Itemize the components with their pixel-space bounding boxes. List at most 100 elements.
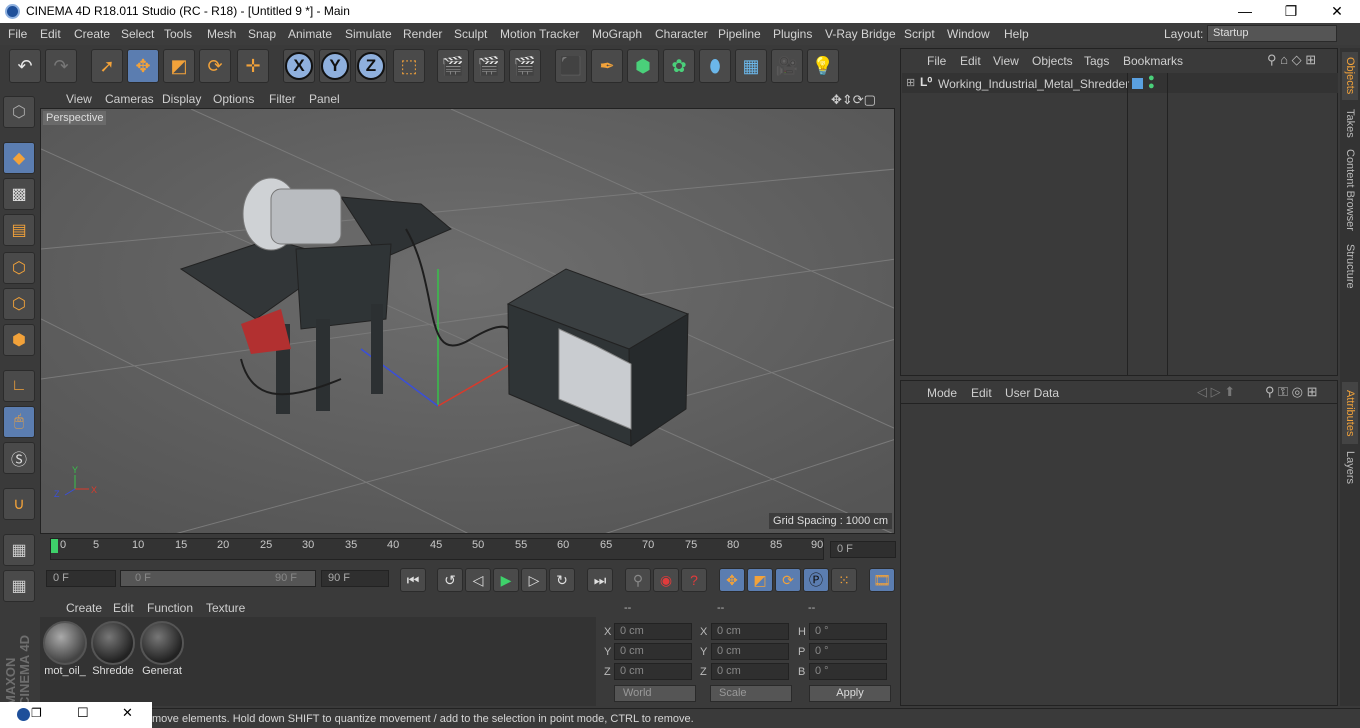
previous-key-button[interactable]: ↺ <box>437 568 463 592</box>
menu-snap[interactable]: Snap <box>248 27 276 41</box>
attributes-menu-user-data[interactable]: User Data <box>1005 386 1059 400</box>
material-swatch-shredder[interactable] <box>91 621 135 665</box>
viewport-menu-view[interactable]: View <box>66 92 92 106</box>
rotation-h-field[interactable]: 0 ° <box>809 623 887 640</box>
position-key-button[interactable]: ✥ <box>719 568 745 592</box>
menu-sculpt[interactable]: Sculpt <box>454 27 487 41</box>
rotation-key-button[interactable]: ⟳ <box>775 568 801 592</box>
tweak-mode-button[interactable]: 🖱 <box>3 406 35 438</box>
objects-menu-bookmarks[interactable]: Bookmarks <box>1123 54 1183 68</box>
menu-animate[interactable]: Animate <box>288 27 332 41</box>
snap-button[interactable]: Ⓢ <box>3 442 35 474</box>
object-name[interactable]: Working_Industrial_Metal_Shredder <box>938 77 1129 91</box>
timeline-playhead[interactable] <box>51 539 58 553</box>
coordinate-system-button[interactable]: ⬚ <box>393 49 425 83</box>
size-z-field[interactable]: 0 cm <box>711 663 789 680</box>
end-frame-field[interactable]: 90 F <box>321 570 389 587</box>
current-frame-field[interactable]: 0 F <box>830 541 896 558</box>
tab-content-browser[interactable]: Content Browser <box>1342 146 1358 234</box>
menu-script[interactable]: Script <box>904 27 935 41</box>
object-search-icon[interactable]: ⚲ ⌂ ◇ ⊞ <box>1267 52 1316 68</box>
position-y-field[interactable]: 0 cm <box>614 643 692 660</box>
menu-edit[interactable]: Edit <box>40 27 61 41</box>
go-to-start-button[interactable]: ⏮ <box>400 568 426 592</box>
move-tool-button[interactable]: ✥ <box>127 49 159 83</box>
material-swatch-generator[interactable] <box>140 621 184 665</box>
subdivision-button[interactable]: ⬢ <box>627 49 659 83</box>
perspective-viewport[interactable]: Y X Z Perspective Grid Spacing : 1000 cm <box>40 108 895 534</box>
rotate-tool-button[interactable]: ⟳ <box>199 49 231 83</box>
close-small-icon[interactable]: ✕ <box>122 705 133 721</box>
recent-tool-button[interactable]: ✛ <box>237 49 269 83</box>
material-menu-edit[interactable]: Edit <box>113 601 134 615</box>
timeline-window-button[interactable]: 🎞 <box>869 568 895 592</box>
layout-select[interactable]: Startup <box>1207 25 1337 42</box>
attributes-menu-edit[interactable]: Edit <box>971 386 992 400</box>
material-menu-texture[interactable]: Texture <box>206 601 245 615</box>
magnet-button[interactable]: ∪ <box>3 488 35 520</box>
attributes-menu-mode[interactable]: Mode <box>927 386 957 400</box>
menu-mograph[interactable]: MoGraph <box>592 27 642 41</box>
model-mode-button[interactable]: ◆ <box>3 142 35 174</box>
scale-key-button[interactable]: ◩ <box>747 568 773 592</box>
minimize-button[interactable]: — <box>1222 0 1268 23</box>
keyframe-selection-button[interactable]: ? <box>681 568 707 592</box>
texture-mode-button[interactable]: ▩ <box>3 178 35 210</box>
tab-attributes[interactable]: Attributes <box>1342 382 1358 444</box>
material-swatch-mot-oil[interactable] <box>43 621 87 665</box>
make-editable-button[interactable]: ⬡ <box>3 96 35 128</box>
start-frame-field[interactable]: 0 F <box>46 570 116 587</box>
viewport-menu-panel[interactable]: Panel <box>309 92 340 106</box>
record-keys-button[interactable]: ⚲ <box>625 568 651 592</box>
parameter-key-button[interactable]: Ⓟ <box>803 568 829 592</box>
menu-character[interactable]: Character <box>655 27 708 41</box>
menu-tools[interactable]: Tools <box>164 27 192 41</box>
timeline-ruler[interactable]: 0 5 10 15 20 25 30 35 40 45 50 55 60 65 … <box>40 536 897 564</box>
position-x-field[interactable]: 0 cm <box>614 623 692 640</box>
close-button[interactable]: ✕ <box>1314 0 1360 23</box>
scale-tool-button[interactable]: ◩ <box>163 49 195 83</box>
menu-render[interactable]: Render <box>403 27 442 41</box>
rotation-b-field[interactable]: 0 ° <box>809 663 887 680</box>
viewport-menu-options[interactable]: Options <box>213 92 254 106</box>
cloner-button[interactable]: ✿ <box>663 49 695 83</box>
tab-takes[interactable]: Takes <box>1342 104 1358 142</box>
axis-mode-button[interactable]: ∟ <box>3 370 35 402</box>
tab-structure[interactable]: Structure <box>1342 238 1358 294</box>
deformer-button[interactable]: ⬮ <box>699 49 731 83</box>
redo-button[interactable]: ↷ <box>45 49 77 83</box>
menu-help[interactable]: Help <box>1004 27 1029 41</box>
z-axis-button[interactable]: Z <box>355 49 387 83</box>
edges-mode-button[interactable]: ⬡ <box>3 288 35 320</box>
tab-objects[interactable]: Objects <box>1342 52 1358 100</box>
visibility-dots-icon[interactable]: ● ● <box>1148 73 1155 92</box>
undo-button[interactable]: ↶ <box>9 49 41 83</box>
render-picture-viewer-button[interactable]: 🎬 <box>473 49 505 83</box>
viewport-menu-display[interactable]: Display <box>162 92 201 106</box>
point-level-button[interactable]: ⁙ <box>831 568 857 592</box>
tab-layers[interactable]: Layers <box>1342 448 1358 488</box>
planar-workplane-button[interactable]: ▦ <box>3 570 35 602</box>
cube-object-button[interactable]: ⬛ <box>555 49 587 83</box>
polygons-mode-button[interactable]: ⬢ <box>3 324 35 356</box>
previous-frame-button[interactable]: ◁ <box>465 568 491 592</box>
render-view-button[interactable]: 🎬 <box>437 49 469 83</box>
material-menu-function[interactable]: Function <box>147 601 193 615</box>
size-x-field[interactable]: 0 cm <box>711 623 789 640</box>
workplane-mode-button[interactable]: ▤ <box>3 214 35 246</box>
camera-button[interactable]: 🎥 <box>771 49 803 83</box>
light-button[interactable]: 💡 <box>807 49 839 83</box>
menu-motion-tracker[interactable]: Motion Tracker <box>500 27 579 41</box>
attribute-nav-arrows-icon[interactable]: ◁ ▷ ⬆ <box>1197 384 1235 400</box>
attribute-search-icon[interactable]: ⚲ ⚿ ◎ ⊞ <box>1265 384 1318 400</box>
workplane-lock-button[interactable]: ▦ <box>3 534 35 566</box>
render-settings-button[interactable]: 🎬 <box>509 49 541 83</box>
object-row[interactable]: ⊞ L⁰ Working_Industrial_Metal_Shredder ●… <box>902 73 1338 93</box>
autokey-button[interactable]: ◉ <box>653 568 679 592</box>
expand-icon[interactable]: ⊞ <box>906 76 915 89</box>
menu-file[interactable]: File <box>8 27 27 41</box>
coordinate-space-select[interactable]: World <box>614 685 696 702</box>
size-mode-select[interactable]: Scale <box>710 685 792 702</box>
go-to-end-button[interactable]: ⏭ <box>587 568 613 592</box>
material-menu-create[interactable]: Create <box>66 601 102 615</box>
